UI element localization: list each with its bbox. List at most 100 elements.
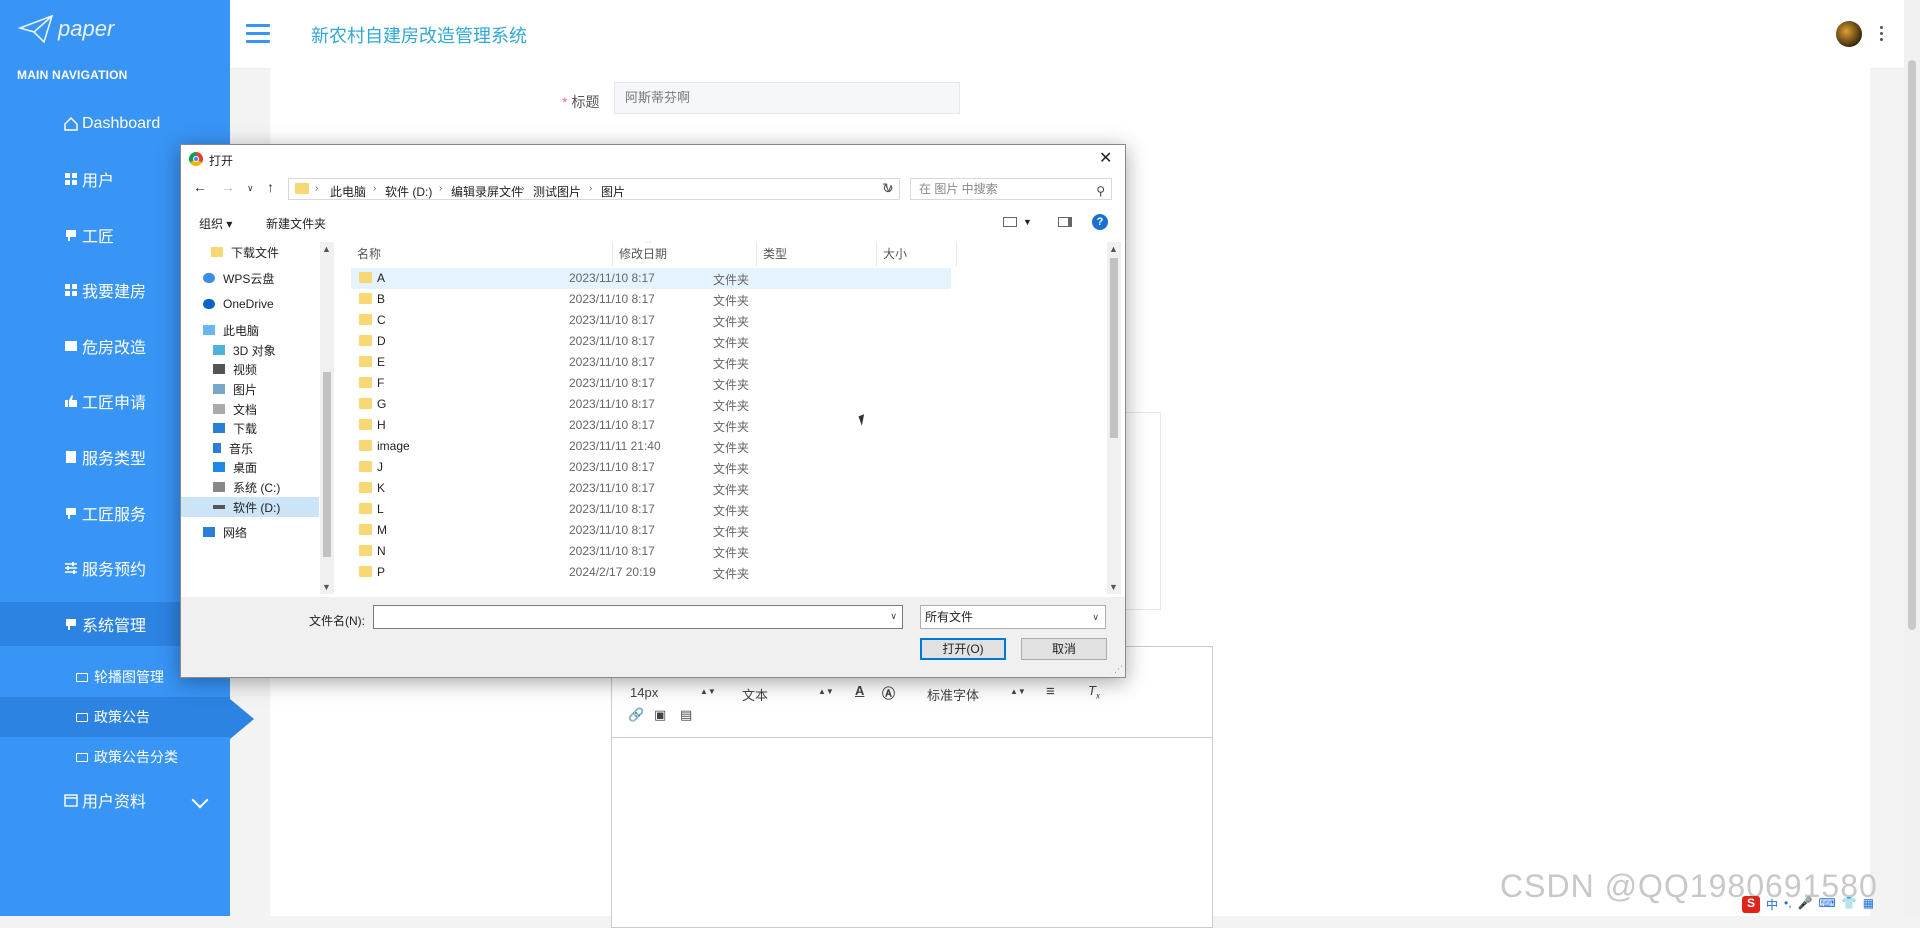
breadcrumb-item[interactable]: 编辑录屏文件: [451, 183, 523, 200]
nav-pane-item-selected[interactable]: 软件 (D:): [181, 497, 319, 517]
nav-pane-item[interactable]: 桌面: [213, 457, 257, 477]
chevron-down-icon[interactable]: ▼: [1023, 217, 1032, 227]
menu-toggle-icon[interactable]: [246, 24, 270, 44]
microphone-icon[interactable]: 🎤: [1798, 896, 1813, 913]
nav-pane-item[interactable]: WPS云盘: [203, 268, 274, 288]
logo-text: paper: [58, 16, 115, 41]
file-row[interactable]: D 2023/11/10 8:17 文件夹: [351, 331, 951, 352]
file-name: F: [377, 376, 385, 390]
nav-pane-item[interactable]: OneDrive: [203, 294, 274, 314]
scrollbar-thumb[interactable]: [323, 372, 331, 557]
sogou-icon[interactable]: S: [1742, 896, 1760, 913]
app-logo[interactable]: paper: [18, 14, 114, 44]
file-row[interactable]: L 2023/11/10 8:17 文件夹: [351, 499, 951, 520]
keyboard-icon[interactable]: ⌨: [1819, 896, 1836, 913]
background-color-icon[interactable]: Ⓐ: [882, 683, 895, 702]
file-row[interactable]: E 2023/11/10 8:17 文件夹: [351, 352, 951, 373]
breadcrumb-item[interactable]: 软件 (D:): [385, 183, 432, 200]
breadcrumb-separator: ›: [589, 183, 593, 194]
search-input[interactable]: 在 图片 中搜索 ⚲: [910, 178, 1112, 200]
video-icon[interactable]: ▤: [680, 707, 692, 723]
sidebar-item-dashboard[interactable]: Dashboard: [0, 102, 230, 146]
font-color-icon[interactable]: A: [855, 683, 864, 698]
refresh-icon[interactable]: ↻: [882, 180, 894, 197]
file-row[interactable]: B 2023/11/10 8:17 文件夹: [351, 289, 951, 310]
rich-text-editor[interactable]: 14px ▲▼ 文本 ▲▼ A Ⓐ 标准字体 ▲▼ ≡ Tx 🔗 ▣ ▤: [611, 646, 1213, 928]
sidebar-item-label: 工匠: [82, 229, 115, 246]
nav-pane-item[interactable]: 此电脑: [203, 320, 259, 340]
apps-icon[interactable]: ▦: [1863, 896, 1874, 913]
link-icon[interactable]: 🔗: [628, 707, 644, 723]
title-input[interactable]: 阿斯蒂芬啊: [614, 82, 960, 114]
back-icon[interactable]: ←: [193, 179, 207, 195]
column-header-type[interactable]: 类型: [757, 242, 877, 266]
ime-language[interactable]: 中: [1766, 896, 1778, 913]
image-icon[interactable]: ▣: [654, 707, 666, 723]
more-options-icon[interactable]: [1880, 26, 1884, 44]
preview-pane-icon[interactable]: [1058, 217, 1072, 227]
page-scrollbar[interactable]: [1904, 0, 1920, 916]
breadcrumb-item[interactable]: 此电脑: [330, 183, 366, 200]
file-row[interactable]: image 2023/11/11 21:40 文件夹: [351, 436, 951, 457]
file-row[interactable]: N 2023/11/10 8:17 文件夹: [351, 541, 951, 562]
scrollbar-thumb[interactable]: [1908, 60, 1916, 630]
up-icon[interactable]: ↑: [267, 179, 274, 195]
block-type-select[interactable]: 文本: [742, 685, 768, 704]
breadcrumb-item[interactable]: 测试图片: [533, 183, 581, 200]
chevron-down-icon[interactable]: ∨: [890, 611, 897, 622]
help-icon[interactable]: ?: [1092, 214, 1108, 230]
nav-pane-item[interactable]: 音乐: [213, 438, 253, 458]
nav-pane-item[interactable]: 下载文件: [211, 242, 279, 262]
scrollbar-thumb[interactable]: [1110, 258, 1118, 438]
breadcrumb-item[interactable]: 图片: [601, 183, 625, 200]
skin-icon[interactable]: 👕: [1842, 896, 1857, 913]
nav-pane-item[interactable]: 3D 对象: [213, 340, 276, 360]
clear-format-icon[interactable]: Tx: [1088, 683, 1100, 701]
nav-pane-item[interactable]: 图片: [213, 379, 257, 399]
scroll-down-icon[interactable]: ▼: [1109, 582, 1118, 592]
sidebar-subitem-policy-notice[interactable]: 政策公告: [0, 697, 230, 737]
nav-pane-item[interactable]: 视频: [213, 359, 257, 379]
column-header-size[interactable]: 大小: [877, 242, 957, 266]
folder-icon: [359, 293, 372, 304]
new-folder-button[interactable]: 新建文件夹: [266, 215, 326, 232]
align-icon[interactable]: ≡: [1046, 683, 1055, 700]
nav-pane-item[interactable]: 下载: [213, 418, 257, 438]
file-row[interactable]: P 2024/2/17 20:19 文件夹: [351, 562, 951, 583]
close-icon[interactable]: ✕: [1099, 148, 1112, 168]
column-header-date[interactable]: 修改日期: [613, 242, 757, 266]
nav-pane-item[interactable]: 网络: [203, 522, 247, 542]
filename-input[interactable]: ∨: [373, 605, 903, 629]
forward-icon[interactable]: →: [221, 179, 235, 195]
file-row[interactable]: K 2023/11/10 8:17 文件夹: [351, 478, 951, 499]
cancel-button[interactable]: 取消: [1021, 638, 1107, 660]
sidebar-subitem-policy-category[interactable]: 政策公告分类: [0, 737, 230, 777]
font-size-select[interactable]: 14px: [630, 685, 658, 700]
nav-pane-item[interactable]: 文档: [213, 399, 257, 419]
file-row[interactable]: C 2023/11/10 8:17 文件夹: [351, 310, 951, 331]
recent-dropdown-icon[interactable]: ∨: [247, 183, 254, 194]
scroll-up-icon[interactable]: ▲: [1109, 244, 1118, 254]
nav-pane-label: 系统 (C:): [233, 480, 281, 495]
scroll-down-icon[interactable]: ▼: [322, 582, 331, 592]
file-row[interactable]: M 2023/11/10 8:17 文件夹: [351, 520, 951, 541]
open-button[interactable]: 打开(O): [920, 638, 1006, 660]
file-row[interactable]: A 2023/11/10 8:17 文件夹: [351, 268, 951, 289]
file-row[interactable]: G 2023/11/10 8:17 文件夹: [351, 394, 951, 415]
file-type-select[interactable]: 所有文件 ∨: [920, 605, 1106, 629]
scroll-up-icon[interactable]: ▲: [322, 244, 331, 254]
font-family-select[interactable]: 标准字体: [927, 685, 979, 704]
punctuation-icon[interactable]: •,: [1784, 896, 1792, 913]
nav-pane-item[interactable]: 系统 (C:): [213, 477, 280, 497]
file-type: 文件夹: [713, 441, 750, 455]
nav-pane-scrollbar[interactable]: ▲ ▼: [320, 242, 334, 594]
avatar[interactable]: [1836, 21, 1862, 47]
file-row[interactable]: J 2023/11/10 8:17 文件夹: [351, 457, 951, 478]
address-bar[interactable]: › 此电脑 › 软件 (D:) › 编辑录屏文件 › 测试图片 › 图片 ∨: [288, 178, 900, 200]
resize-grip-icon[interactable]: ⋰: [1114, 664, 1123, 675]
organize-menu[interactable]: 组织 ▾: [199, 215, 232, 232]
view-mode-icon[interactable]: [1003, 217, 1017, 227]
file-row[interactable]: F 2023/11/10 8:17 文件夹: [351, 373, 951, 394]
column-header-name[interactable]: 名称: [351, 242, 613, 266]
file-list-scrollbar[interactable]: ▲ ▼: [1107, 242, 1121, 594]
